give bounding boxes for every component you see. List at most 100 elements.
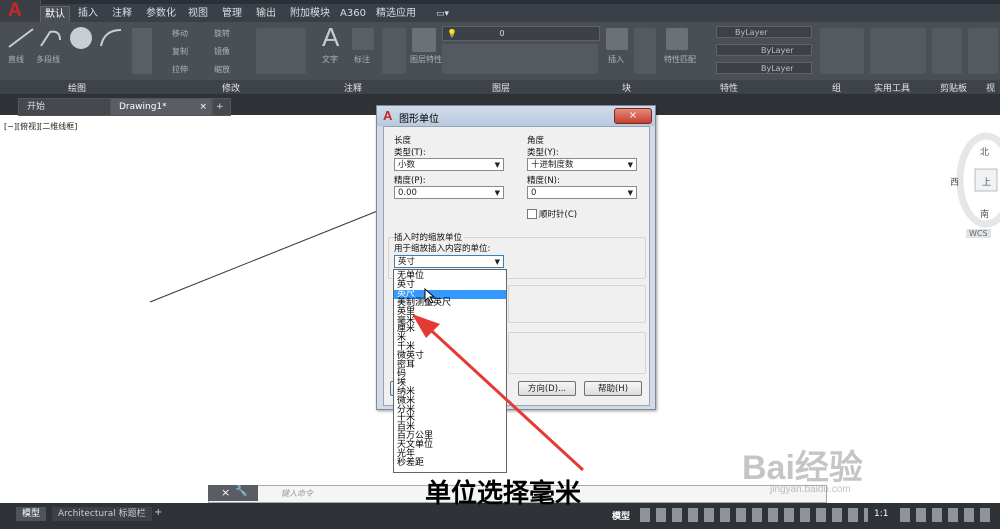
add-layout-button[interactable]: + [154, 507, 162, 518]
stretch-tool[interactable]: 拉伸 [172, 64, 188, 75]
tab-addins[interactable]: 附加模块 [286, 6, 334, 22]
panel-block[interactable]: 块 [622, 81, 631, 94]
status-right-icons[interactable] [900, 508, 996, 522]
layer-dropdown[interactable]: 💡 0 [442, 26, 600, 41]
match-properties-icon[interactable] [666, 28, 688, 50]
tab-annotate[interactable]: 注释 [108, 6, 136, 22]
scale-tool[interactable]: 缩放 [214, 64, 230, 75]
lineweight-dropdown[interactable]: ByLayer [716, 62, 812, 74]
viewcube-west[interactable]: 西 [950, 175, 959, 188]
chevron-down-icon: ▼ [494, 161, 500, 169]
chevron-down-icon: ▼ [494, 258, 500, 266]
length-type-label: 类型(T): [394, 148, 426, 158]
chevron-down-icon: ▼ [627, 161, 633, 169]
ribbon: 直线 多段线 移动 旋转 复制 镜像 拉伸 缩放 A 文字 标注 图层特性 💡 … [0, 22, 1000, 80]
dialog-title-bar[interactable]: A 图形单位 × [377, 106, 655, 126]
panel-utilities[interactable]: 实用工具 [874, 81, 910, 94]
doc-tab-start-label: 开始 [27, 102, 46, 112]
command-line-tools [208, 485, 258, 501]
drawn-line [149, 207, 386, 303]
insert-scale-desc: 用于缩放插入内容的单位: [394, 244, 491, 254]
mirror-tool[interactable]: 镜像 [214, 46, 230, 57]
status-toggle-buttons[interactable] [640, 508, 868, 522]
tab-default[interactable]: 默认 [40, 6, 70, 23]
linetype-dropdown[interactable]: ByLayer [716, 44, 812, 56]
baidu-watermark: Bai经验 [742, 449, 863, 487]
ribbon-toggle-icon[interactable]: ▭▾ [432, 6, 453, 22]
rotate-tool[interactable]: 旋转 [214, 28, 230, 39]
tab-featured-apps[interactable]: 精选应用 [372, 6, 420, 22]
model-space-button[interactable]: 模型 [612, 509, 630, 522]
utilities-tools[interactable] [870, 28, 926, 74]
doc-tab-drawing1[interactable]: Drawing1* × [110, 98, 212, 116]
panel-clipboard[interactable]: 剪贴板 [940, 81, 967, 94]
panel-draw[interactable]: 绘图 [68, 81, 86, 94]
line-tool-icon[interactable] [6, 26, 36, 50]
angle-precision-select[interactable]: 0 ▼ [527, 186, 637, 199]
color-dropdown[interactable]: ByLayer [716, 26, 812, 38]
viewcube-south[interactable]: 南 [980, 207, 989, 220]
tab-manage[interactable]: 管理 [218, 6, 246, 22]
baidu-watermark-url: jingyan.baidu.com [770, 484, 851, 495]
viewcube[interactable]: 北 西 上 南 WCS [948, 125, 1000, 245]
tab-output[interactable]: 输出 [252, 6, 280, 22]
ribbon-tab-bar: 默认 插入 注释 参数化 视图 管理 输出 附加模块 A360 精选应用 ▭▾ [40, 4, 1000, 23]
panel-modify[interactable]: 修改 [222, 81, 240, 94]
length-type-select[interactable]: 小数 ▼ [394, 158, 504, 171]
line-tool-label: 直线 [8, 55, 24, 64]
dimension-tool-icon[interactable] [352, 28, 374, 50]
viewport-controls-label[interactable]: [−][俯视][二维线框] [4, 121, 77, 132]
mouse-cursor-icon [424, 288, 436, 304]
group-tools[interactable] [820, 28, 864, 74]
doc-tab-drawing-label: Drawing1* [119, 102, 167, 112]
panel-annotation[interactable]: 注释 [344, 81, 362, 94]
move-tool[interactable]: 移动 [172, 28, 188, 39]
dialog-title: 图形单位 [399, 114, 439, 125]
block-small-tools[interactable] [634, 28, 656, 74]
tab-view[interactable]: 视图 [184, 6, 212, 22]
modify-small-tools[interactable] [256, 28, 306, 74]
circle-tool-icon[interactable] [70, 27, 92, 49]
tab-parametric[interactable]: 参数化 [142, 6, 180, 22]
polyline-tool-icon[interactable] [38, 26, 64, 50]
angle-type-select[interactable]: 十进制度数 ▼ [527, 158, 637, 171]
close-icon[interactable]: × [199, 99, 207, 115]
paste-icon[interactable] [932, 28, 962, 74]
doc-tab-start[interactable]: 开始 [18, 98, 112, 116]
length-precision-select[interactable]: 0.00 ▼ [394, 186, 504, 199]
viewcube-north[interactable]: 北 [980, 145, 989, 158]
tab-a360[interactable]: A360 [336, 6, 370, 22]
app-logo[interactable]: A [0, 0, 41, 22]
layer-tools[interactable] [442, 44, 598, 74]
draw-small-tools[interactable] [132, 28, 152, 74]
annotation-small-tools[interactable] [382, 28, 406, 74]
viewcube-top[interactable]: 上 [982, 175, 991, 188]
panel-layers[interactable]: 图层 [492, 81, 510, 94]
dialog-close-button[interactable]: × [614, 108, 652, 124]
arc-tool-icon[interactable] [98, 26, 124, 50]
wrench-icon[interactable]: 🔧 [235, 486, 247, 497]
annotation-scale[interactable]: 1:1 [874, 509, 888, 519]
tutorial-caption: 单位选择毫米 [425, 479, 582, 509]
text-tool-label: 文字 [322, 55, 338, 64]
close-icon[interactable]: × [221, 486, 230, 499]
panel-properties[interactable]: 特性 [720, 81, 738, 94]
wcs-menu[interactable]: WCS [966, 229, 991, 238]
clockwise-checkbox[interactable] [527, 209, 537, 219]
insert-block-icon[interactable] [606, 28, 628, 50]
chevron-down-icon: ▼ [494, 189, 500, 197]
copy-tool[interactable]: 复制 [172, 46, 188, 57]
new-tab-button[interactable]: + [212, 98, 231, 116]
insert-scale-select[interactable]: 英寸 ▼ [394, 255, 504, 268]
angle-precision-value: 0 [531, 188, 537, 198]
view-tools[interactable] [968, 28, 998, 74]
command-input[interactable]: 键入命令 [281, 488, 313, 499]
layer-properties-icon[interactable] [412, 28, 436, 52]
layout-tab[interactable]: Architectural 标题栏 [52, 507, 152, 521]
angle-type-value: 十进制度数 [531, 160, 574, 170]
model-tab[interactable]: 模型 [16, 507, 47, 521]
help-button[interactable]: 帮助(H) [584, 381, 642, 396]
tab-insert[interactable]: 插入 [74, 6, 102, 22]
panel-group[interactable]: 组 [832, 81, 841, 94]
text-tool-icon[interactable]: A [322, 22, 339, 53]
